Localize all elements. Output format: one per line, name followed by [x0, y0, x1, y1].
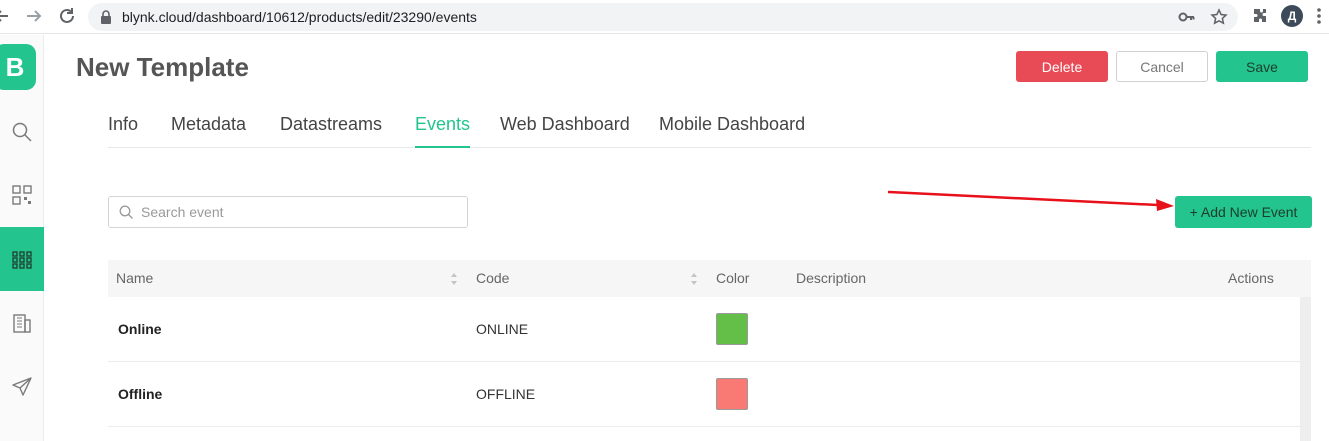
blynk-logo[interactable]: B — [0, 44, 36, 90]
page-title: New Template — [76, 52, 249, 82]
sidebar-item-search[interactable] — [0, 100, 44, 164]
table-row[interactable]: Online ONLINE — [108, 297, 1300, 362]
column-header-actions: Actions — [1228, 270, 1274, 286]
lock-icon[interactable] — [98, 9, 114, 25]
key-icon[interactable] — [1178, 8, 1196, 26]
sort-icon[interactable] — [450, 272, 458, 286]
save-button[interactable]: Save — [1216, 51, 1308, 82]
tab-datastreams[interactable]: Datastreams — [280, 114, 382, 148]
search-icon — [12, 122, 32, 142]
delete-button[interactable]: Delete — [1016, 51, 1108, 82]
event-code: ONLINE — [476, 321, 529, 337]
sidebar-item-templates[interactable] — [0, 227, 44, 291]
tab-info[interactable]: Info — [108, 114, 138, 148]
column-header-description: Description — [796, 270, 867, 286]
event-name: Offline — [118, 386, 163, 402]
table-row[interactable]: Offline OFFLINE — [108, 362, 1300, 427]
building-icon — [13, 314, 31, 333]
qr-code-icon — [12, 185, 32, 205]
reload-icon[interactable] — [56, 5, 78, 27]
browser-toolbar: blynk.cloud/dashboard/10612/products/edi… — [0, 0, 1329, 34]
grid-icon — [12, 251, 32, 269]
sidebar-item-devices[interactable] — [0, 163, 44, 227]
more-menu-icon[interactable] — [1313, 6, 1325, 26]
table-scrollbar[interactable] — [1300, 297, 1311, 441]
sidebar-item-messages[interactable] — [0, 355, 44, 419]
search-input[interactable] — [141, 202, 461, 222]
profile-avatar[interactable]: Д — [1281, 5, 1303, 27]
column-header-name[interactable]: Name — [116, 270, 153, 286]
sort-icon[interactable] — [690, 272, 698, 286]
events-table-header: Name Code Color Description Actions — [108, 260, 1311, 297]
send-icon — [12, 377, 32, 396]
event-name: Online — [118, 321, 162, 337]
forward-icon[interactable] — [24, 5, 46, 27]
search-event-field[interactable] — [108, 196, 468, 228]
event-color-swatch — [716, 378, 748, 410]
template-tabs: Info Metadata Datastreams Events Web Das… — [108, 110, 1311, 148]
sidebar: B — [0, 35, 44, 441]
tab-events[interactable]: Events — [415, 114, 471, 148]
tab-web-dashboard[interactable]: Web Dashboard — [500, 114, 630, 148]
extensions-icon[interactable] — [1250, 6, 1270, 26]
address-bar[interactable]: blynk.cloud/dashboard/10612/products/edi… — [88, 3, 1238, 31]
search-icon — [119, 205, 134, 220]
add-new-event-button[interactable]: + Add New Event — [1175, 196, 1312, 228]
url-text: blynk.cloud/dashboard/10612/products/edi… — [122, 9, 477, 25]
star-icon[interactable] — [1210, 8, 1228, 26]
event-color-swatch — [716, 313, 748, 345]
tab-metadata[interactable]: Metadata — [171, 114, 246, 148]
column-header-color: Color — [716, 270, 750, 286]
annotation-arrow — [887, 190, 1174, 211]
event-code: OFFLINE — [476, 386, 536, 402]
column-header-code[interactable]: Code — [476, 270, 509, 286]
back-icon[interactable] — [0, 5, 16, 27]
sidebar-item-organizations[interactable] — [0, 291, 44, 355]
tab-mobile-dashboard[interactable]: Mobile Dashboard — [659, 114, 805, 148]
cancel-button[interactable]: Cancel — [1116, 51, 1208, 82]
